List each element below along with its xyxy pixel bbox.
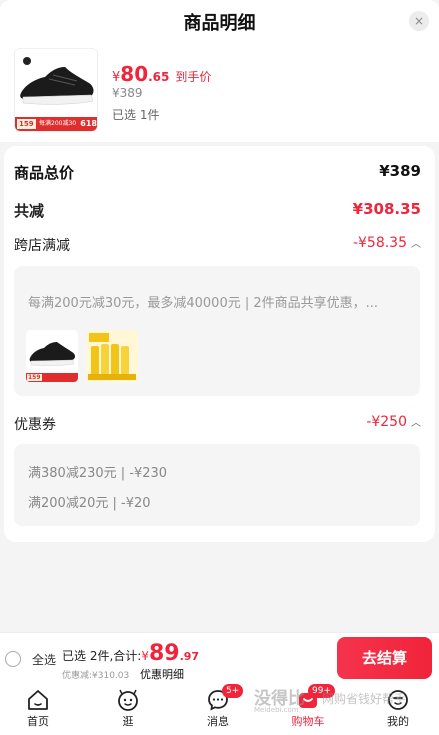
close-icon[interactable]: × [409,11,429,31]
cart-total: 已选 2件,合计:¥89.97 [62,641,199,666]
promo-strip: 159 每满200减30 618 [15,117,97,131]
selected-summary: 已选 2件,合计: [62,649,142,663]
strip-promo: 每满200减30 [39,120,77,127]
cart-total-decimal: .97 [179,650,200,663]
final-price: ¥80.65 到手价 [112,62,211,86]
shoe-image [20,57,94,105]
watermark-slogan: 网购省钱好帮手 [322,692,407,706]
cross-store-rule: 每满200元减30元，最多减40000元 | 2件商品共享优惠，... [28,296,379,311]
coupon-value-wrap: -¥250 ︿ [366,414,421,430]
product-thumbnail: 159 每满200减30 618 [14,48,98,132]
tab-browse[interactable]: 逛 [98,684,158,735]
coupon-item: 满200减20元 | -¥20 [28,496,151,511]
coupon-label: 优惠券 [14,417,56,433]
cart-total-integer: 89 [148,641,180,666]
cross-store-item-shoe[interactable]: 159 [26,330,78,382]
cross-store-detail: 每满200元减30元，最多减40000元 | 2件商品共享优惠，... 159 [14,266,420,396]
coupon-value: -¥250 [366,414,407,430]
face-icon [118,689,138,711]
watermark-url: Meidebi.com [254,706,299,714]
cross-store-label: 跨店满减 [14,238,70,254]
total-reduce-value: ¥308.35 [352,200,421,218]
tab-cart-label: 购物车 [291,715,325,728]
home-icon [28,690,48,710]
strip-618: 618 [80,119,97,128]
tab-profile-label: 我的 [387,715,409,728]
total-reduce-label: 共减 [14,202,45,220]
tab-messages[interactable]: 消息 5+ [188,684,248,735]
chevron-up-icon[interactable]: ︿ [411,235,421,250]
page-title: 商品明细 [183,13,256,34]
bottles-image [86,330,138,382]
final-price-integer: 80 [120,62,149,86]
checkout-bar: 全选 已选 2件,合计:¥89.97 优惠减:¥310.03 优惠明细 去结算 [0,632,439,684]
cross-store-item-bottles[interactable] [86,330,138,382]
mini-strip-price: 159 [27,374,42,381]
checkout-button[interactable]: 去结算 [337,637,432,679]
discount-detail-link[interactable]: 优惠明细 [140,666,184,682]
original-price: ¥389 [112,86,143,100]
final-price-label: 到手价 [175,70,212,84]
product-summary: 159 每满200减30 618 ¥80.65 到手价 ¥389 已选 1件 [0,42,439,142]
tab-browse-label: 逛 [122,715,134,728]
cross-store-value: -¥58.35 [352,235,407,251]
price-breakdown-card: 商品总价 ¥389 共减 ¥308.35 跨店满减 -¥58.35 ︿ 每满200… [4,146,435,542]
strip-price: 159 [17,119,36,129]
messages-badge: 5+ [222,684,244,698]
coupon-detail: 满380减230元 | -¥230 满200减20元 | -¥20 [14,444,420,526]
tab-messages-label: 消息 [207,715,229,728]
sheet-header: 商品明细 × [0,0,439,42]
final-price-decimal: .65 [148,70,170,84]
select-all-label[interactable]: 全选 [32,651,56,668]
total-price-value: ¥389 [379,162,421,180]
shoe-image [29,342,75,366]
cart-total-symbol: ¥ [141,649,149,663]
select-all-radio[interactable] [5,651,21,667]
cross-store-value-wrap: -¥58.35 ︿ [353,235,421,251]
discount-amount: 优惠减:¥310.03 [62,671,130,681]
mini-promo-strip: 159 [26,373,78,382]
tab-home-label: 首页 [27,715,49,728]
coupon-item: 满380减230元 | -¥230 [28,466,168,481]
selected-count: 已选 1件 [112,108,160,122]
chevron-up-icon[interactable]: ︿ [411,414,421,429]
tab-home[interactable]: 首页 [8,684,68,735]
total-price-label: 商品总价 [14,164,75,182]
